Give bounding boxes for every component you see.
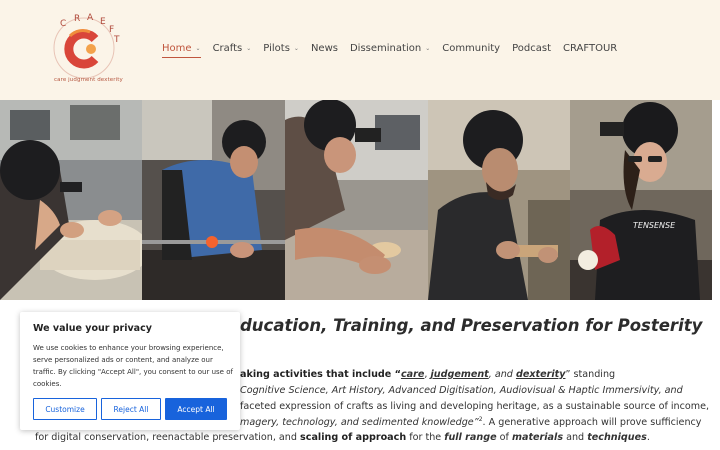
cookie-title: We value your privacy (33, 323, 152, 334)
nav-podcast[interactable]: Podcast (512, 43, 551, 54)
chevron-down-icon: ⌄ (425, 45, 431, 52)
logo-letter-f: F (109, 25, 114, 35)
judgement-link[interactable]: judgement (430, 369, 488, 380)
site-header: C R A E F T care judgment dexterity Home… (0, 0, 720, 100)
intro-line-5-t3: of (496, 432, 512, 443)
intro-line-5-b2: full range (444, 432, 497, 443)
hero-photo-strip: TENSENSE (0, 100, 712, 300)
cookie-description: We use cookies to enhance your browsing … (33, 344, 233, 388)
intro-line-5-b4: techniques (587, 432, 647, 443)
shirt-print-text: TENSENSE (633, 221, 676, 230)
intro-line-1: aking activities that include “care, jud… (240, 369, 615, 380)
intro-line-5-t2: for the (406, 432, 445, 443)
hero-photo-stone-sculpting (0, 100, 142, 300)
logo-letter-a: A (87, 13, 94, 23)
nav-podcast-label: Podcast (512, 43, 552, 54)
intro-line-4: magery, technology, and sedimented knowl… (240, 416, 701, 428)
customize-button[interactable]: Customize (33, 398, 97, 420)
nav-crafts-label: Crafts (212, 43, 243, 54)
reject-all-button[interactable]: Reject All (101, 398, 161, 420)
intro-line-1-sep2: , and (488, 369, 516, 380)
nav-pilots-label: Pilots (263, 43, 290, 54)
intro-line-2-text: Cognitive Science, Art History, Advanced… (240, 385, 683, 396)
intro-line-2: Cognitive Science, Art History, Advanced… (240, 385, 683, 396)
nav-dissemination-label: Dissemination (349, 43, 422, 54)
intro-line-4-italic: magery, technology, and sedimented knowl… (240, 417, 479, 429)
nav-pilots[interactable]: Pilots ⌄ (263, 43, 299, 54)
intro-line-1-suffix: ” standing (565, 369, 616, 380)
dexterity-link[interactable]: dexterity (516, 369, 566, 380)
intro-line-3-text: faceted expression of crafts as living a… (240, 401, 710, 412)
intro-line-4-rest: . A generative approach will prove suffi… (482, 417, 702, 429)
intro-line-1-prefix: aking activities that include “ (240, 369, 401, 380)
nav-craftour[interactable]: CRAFTOUR (563, 43, 617, 54)
page-title: ducation, Training, and Preservation for… (240, 316, 703, 335)
nav-dissemination[interactable]: Dissemination ⌄ (350, 43, 430, 54)
nav-crafts[interactable]: Crafts ⌄ (213, 43, 252, 54)
nav-news[interactable]: News (311, 43, 338, 54)
nav-craftour-label: CRAFTOUR (563, 43, 618, 54)
cookie-consent-banner: We value your privacy We use cookies to … (20, 312, 240, 430)
chevron-down-icon: ⌄ (246, 45, 252, 52)
hero-photo-glass-blowing (142, 100, 285, 300)
nav-home-label: Home (162, 43, 192, 54)
intro-line-5-b1: scaling of approach (300, 432, 407, 443)
logo-letter-t: T (113, 35, 120, 45)
care-link[interactable]: care (401, 369, 424, 380)
logo-letter-e: E (100, 17, 106, 27)
intro-line-5: for digital conservation, reenactable pr… (35, 432, 650, 443)
nav-community-label: Community (442, 43, 501, 54)
hero-photo-clay-throwing (285, 100, 428, 300)
main-nav: Home ⌄ Crafts ⌄ Pilots ⌄ News Dissemination… (162, 43, 629, 58)
logo-letter-c: C (60, 19, 66, 29)
logo-letter-r: R (74, 14, 80, 24)
nav-community[interactable]: Community (442, 43, 500, 54)
nav-news-label: News (310, 43, 338, 54)
intro-line-5-b3: materials (511, 432, 564, 443)
accept-all-button[interactable]: Accept All (165, 398, 227, 420)
logo-tagline: care judgment dexterity (54, 77, 123, 83)
hero-photo-wood-carving (428, 100, 570, 300)
intro-line-3: faceted expression of crafts as living a… (240, 401, 709, 412)
intro-line-5-t4: and (563, 432, 588, 443)
hero-photo-jewellery-making: TENSENSE (570, 100, 712, 300)
chevron-down-icon: ⌄ (195, 45, 201, 52)
intro-line-5-t5: . (646, 432, 650, 443)
intro-line-5-t1: for digital conservation, reenactable pr… (35, 432, 301, 443)
nav-home[interactable]: Home ⌄ (162, 43, 201, 58)
chevron-down-icon: ⌄ (293, 45, 299, 52)
